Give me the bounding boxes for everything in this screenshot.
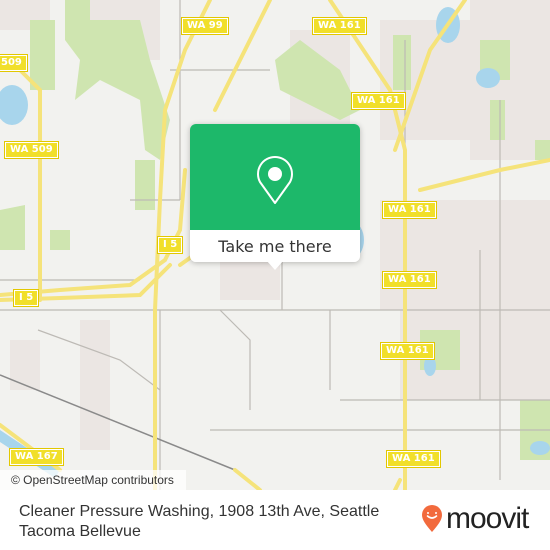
footer: Cleaner Pressure Washing, 1908 13th Ave,… [0, 490, 550, 550]
wa167-shield: WA 167 [9, 448, 64, 466]
wa509-shield-1: 509 [0, 54, 28, 72]
location-popup: Take me there [190, 124, 360, 270]
wa161-shield-6: WA 161 [386, 450, 441, 468]
wa509-shield-2: WA 509 [4, 141, 59, 159]
take-me-there-button[interactable]: Take me there [190, 230, 360, 262]
place-address: Cleaner Pressure Washing, 1908 13th Ave,… [19, 503, 380, 540]
popup-header [190, 124, 360, 230]
map-attribution[interactable]: © OpenStreetMap contributors [0, 470, 186, 490]
moovit-wordmark: moovit [446, 502, 529, 535]
wa161-shield-1: WA 161 [312, 17, 367, 35]
i5-shield-2: I 5 [12, 289, 40, 307]
i5-shield-1: I 5 [156, 236, 184, 254]
wa99-shield: WA 99 [181, 17, 229, 35]
wa161-shield-3: WA 161 [382, 201, 437, 219]
map-pin-icon [257, 156, 293, 204]
moovit-logo[interactable]: moovit [420, 502, 529, 535]
wa161-shield-4: WA 161 [382, 271, 437, 289]
wa161-shield-2: WA 161 [351, 92, 406, 110]
wa161-shield-5: WA 161 [380, 342, 435, 360]
popup-pointer [266, 260, 284, 270]
map-view[interactable]: WA 99 WA 161 WA 161 509 WA 509 WA 161 I … [0, 0, 550, 490]
moovit-pin-icon [422, 505, 442, 532]
